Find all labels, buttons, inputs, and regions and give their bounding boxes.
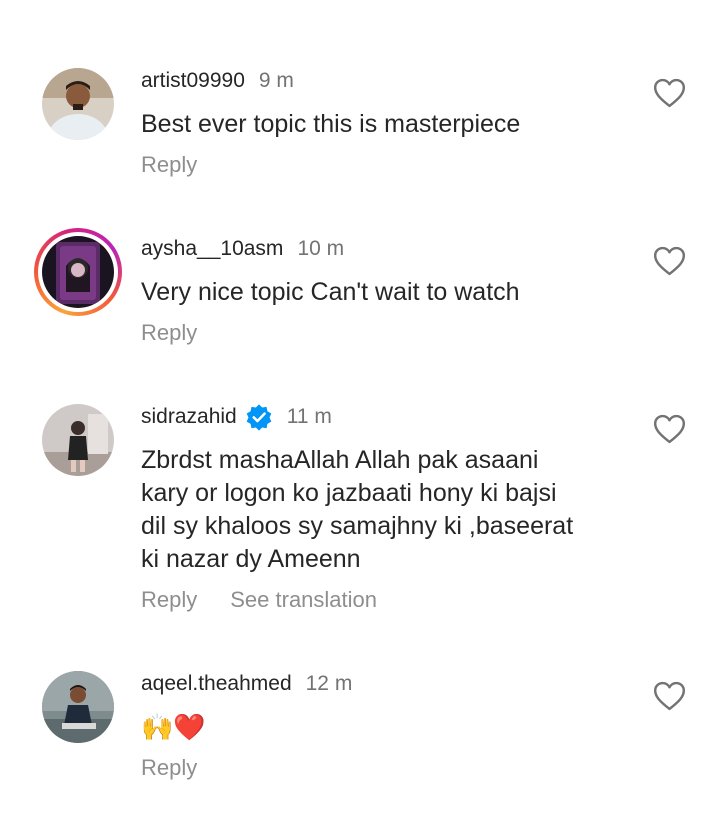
comment-time: 10 m bbox=[297, 237, 345, 260]
comment-time: 12 m bbox=[305, 672, 353, 695]
avatar[interactable] bbox=[42, 404, 114, 476]
heart-outline-icon[interactable] bbox=[653, 78, 686, 108]
avatar[interactable] bbox=[42, 671, 114, 743]
username[interactable]: artist09990 bbox=[141, 69, 245, 93]
heart-outline-icon[interactable] bbox=[653, 246, 686, 276]
comment-text: Very nice topic Can't wait to watch bbox=[141, 278, 520, 306]
comment-text: Best ever topic this is masterpiece bbox=[141, 110, 521, 138]
avatar[interactable] bbox=[42, 68, 114, 140]
username[interactable]: sidrazahid bbox=[141, 405, 237, 429]
heart-outline-icon[interactable] bbox=[653, 414, 686, 444]
reply-button[interactable]: Reply bbox=[141, 755, 197, 781]
comment-text: Zbrdst mashaAllah Allah pak asaani kary … bbox=[141, 446, 574, 573]
reply-button[interactable]: Reply bbox=[141, 152, 197, 178]
heart-outline-icon[interactable] bbox=[653, 681, 686, 711]
reply-button[interactable]: Reply bbox=[141, 587, 197, 613]
comment-time: 9 m bbox=[258, 69, 294, 92]
comment-emoji-text: 🙌❤️ bbox=[141, 712, 206, 742]
username[interactable]: aqeel.theahmed bbox=[141, 672, 292, 696]
comment-time: 11 m bbox=[286, 405, 332, 428]
avatar-story-ring[interactable] bbox=[34, 228, 122, 316]
verified-badge-icon bbox=[245, 403, 273, 431]
username[interactable]: aysha__10asm bbox=[141, 237, 283, 261]
reply-button[interactable]: Reply bbox=[141, 320, 197, 346]
see-translation-button[interactable]: See translation bbox=[230, 587, 377, 613]
